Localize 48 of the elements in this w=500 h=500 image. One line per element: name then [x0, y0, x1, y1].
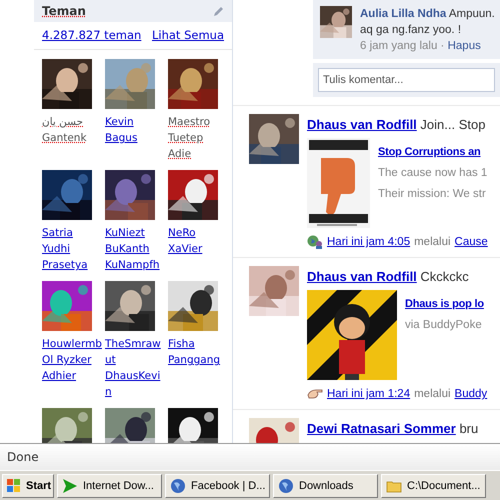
windows-logo-icon: [7, 479, 21, 493]
friend-name[interactable]: Kevin Bagus: [105, 114, 165, 146]
attachment-title-link[interactable]: Stop Corruptions an: [378, 144, 481, 160]
via-text: melalui: [414, 235, 451, 250]
taskbar-button[interactable]: C:\Document...: [381, 474, 486, 498]
globe-icon: [170, 478, 186, 494]
comment-field[interactable]: Tulis komentar...: [318, 68, 495, 92]
see-all-link[interactable]: Lihat Semua: [152, 27, 224, 44]
friend-name: Maestro Tuetep Adie: [168, 115, 212, 162]
friend-name[interactable]: KuNiezt BuKanth KuNampfh: [105, 225, 165, 274]
friend-name[interactable]: NeRo XaVier: [168, 225, 228, 258]
friend-name[interactable]: Fisha Panggang: [168, 336, 228, 368]
app-link[interactable]: Cause: [454, 234, 488, 250]
comment-time: 6 jam yang lalu: [360, 40, 438, 52]
comment-author-link[interactable]: Aulia Lilla Ndha: [360, 8, 446, 20]
attachment-text: Their mission: We str: [378, 186, 487, 202]
friend-name[interactable]: TheSmrawut DhausKevin: [105, 336, 165, 400]
friend-count-link[interactable]: 4.287.827 teman: [42, 27, 142, 44]
post-text: Ckckckc: [419, 269, 469, 284]
taskbar-button[interactable]: Downloads: [273, 474, 378, 498]
friend-name[interactable]: HouwlermbOl Ryzker Adhier: [42, 336, 102, 384]
taskbar-button[interactable]: Internet Dow...: [57, 474, 162, 498]
status-text: Done: [7, 450, 39, 464]
via-text: melalui: [414, 387, 451, 402]
hand-icon: [307, 387, 323, 401]
arrow-icon: [62, 478, 78, 494]
timestamp-link[interactable]: Hari ini jam 1:24: [327, 386, 410, 402]
author-link[interactable]: Dhaus van Rodfill: [307, 117, 417, 132]
friend-name: حسن يان Gantenk: [42, 115, 88, 146]
globe-icon: [307, 235, 323, 249]
start-button[interactable]: Start: [2, 474, 54, 498]
panel-title: Teman: [42, 3, 86, 20]
comment-text: aq ga ng.fanz yoo. !: [360, 23, 462, 38]
separator-text: ·: [440, 40, 446, 52]
app-link[interactable]: Buddy: [454, 386, 488, 402]
attachment-title-link[interactable]: Dhaus is pop lo: [405, 296, 484, 312]
taskbar-button[interactable]: Facebook | D...: [165, 474, 270, 498]
author-link[interactable]: Dhaus van Rodfill: [307, 269, 417, 284]
comment-text: Ampuun.: [448, 8, 495, 20]
friend-name[interactable]: Satria Yudhi Prasetya: [42, 225, 102, 274]
post-text: Join... Stop: [419, 117, 486, 132]
author-link[interactable]: Dewi Ratnasari Sommer: [307, 421, 456, 436]
timestamp-link[interactable]: Hari ini jam 4:05: [327, 234, 410, 250]
post-text: bru: [458, 421, 478, 436]
attachment-text: via BuddyPoke: [405, 318, 483, 332]
globe-icon: [278, 478, 294, 494]
attachment-text: The cause now has 1: [378, 166, 488, 180]
delete-link[interactable]: Hapus: [448, 40, 481, 52]
